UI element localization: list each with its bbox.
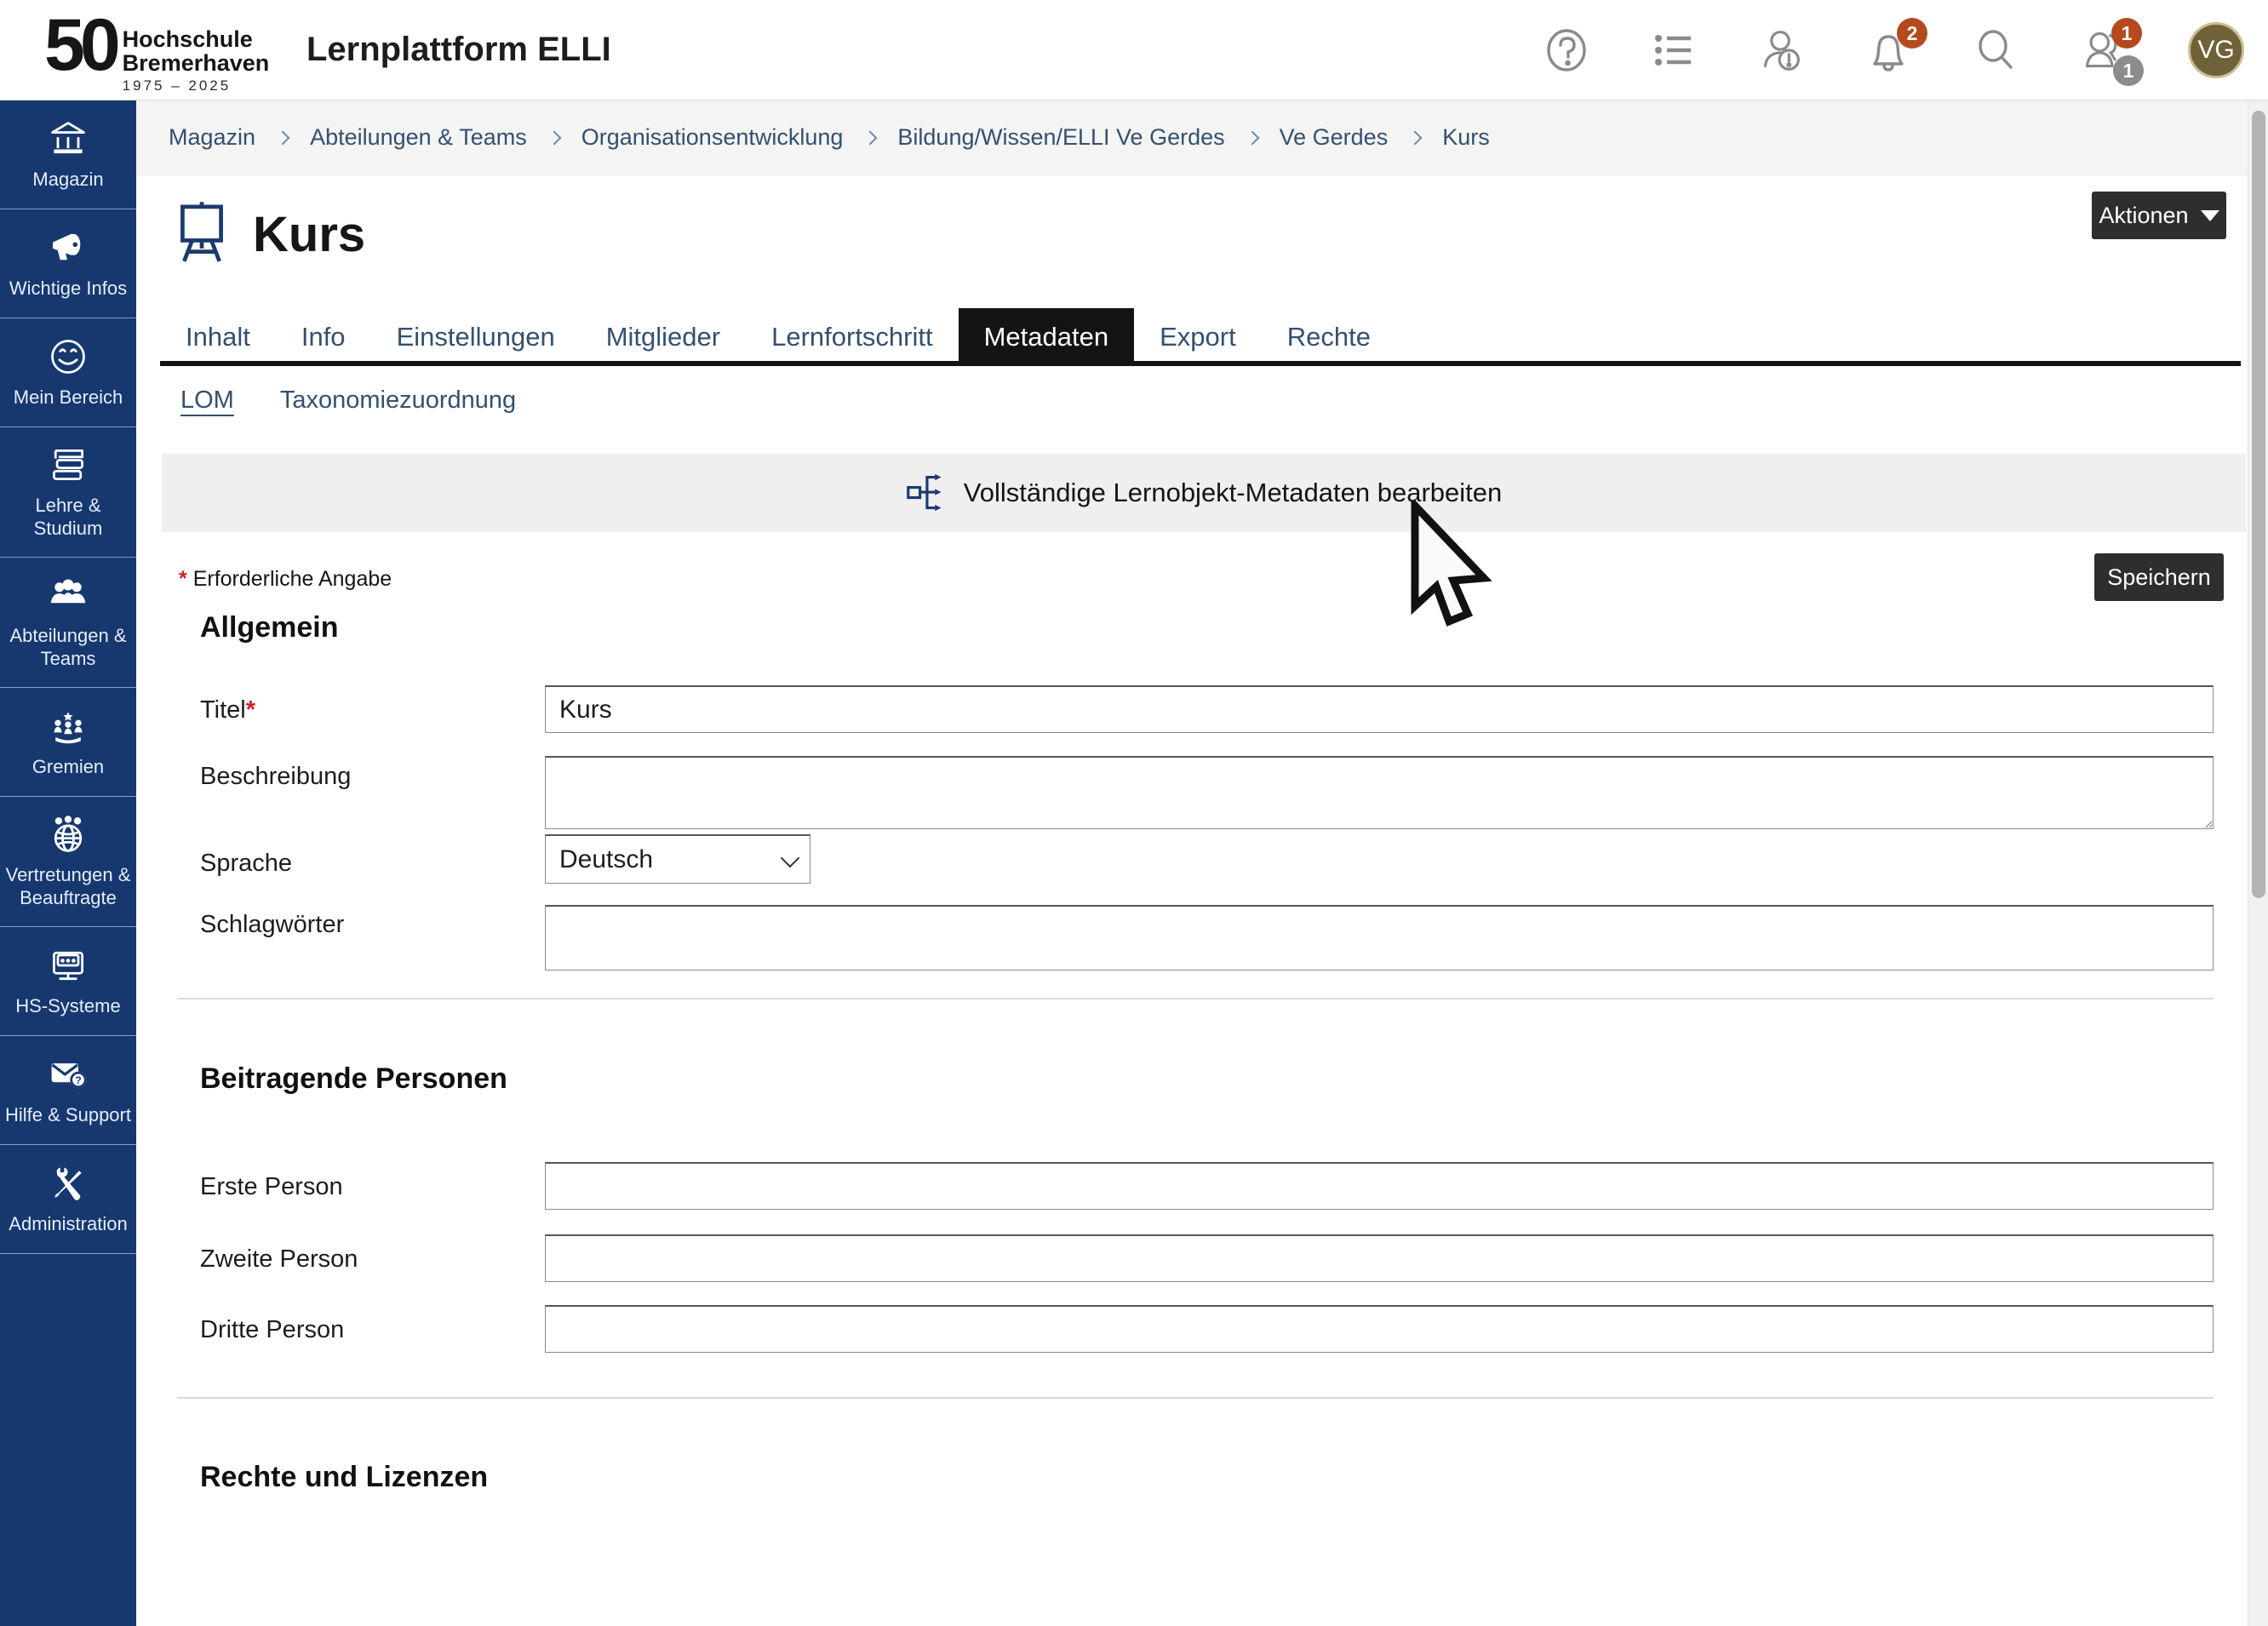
chevron-down-icon [2201,210,2219,221]
search-icon[interactable] [1973,28,2018,72]
help-icon[interactable] [1544,28,1589,72]
tab-bar: Inhalt Info Einstellungen Mitglieder Ler… [160,306,2241,366]
sub-tab-bar: LOM Taxonomiezuordnung [180,386,516,418]
app-header: 50 Hochschule Bremerhaven 1975 – 2025 Le… [0,0,2268,100]
sidebar-item-magazin[interactable]: Magazin [0,100,136,209]
subtab-taxonomiezuordnung[interactable]: Taxonomiezuordnung [280,386,516,418]
tab-lernfortschritt[interactable]: Lernfortschritt [746,308,959,366]
tab-info[interactable]: Info [276,308,371,366]
required-note: * Erforderliche Angabe [179,567,392,592]
logo-years: 1975 – 2025 [123,77,270,94]
breadcrumb-item[interactable]: Ve Gerdes [1280,124,1389,151]
contacts-badge-top: 1 [2111,18,2142,49]
logo-50: 50 [44,9,116,82]
svg-text:?: ? [75,1074,81,1086]
bell-badge: 2 [1897,18,1927,49]
breadcrumb-separator [863,130,878,145]
save-button[interactable]: Speichern [2094,553,2224,601]
contacts-icon[interactable]: 1 1 [2081,28,2125,72]
breadcrumb-separator [1408,130,1423,145]
contacts-badge-bottom: 1 [2113,55,2144,86]
sidebar-item-administration[interactable]: Administration [0,1145,136,1254]
section-divider [177,998,2214,999]
section-divider [177,1397,2214,1399]
logo-name-line2: Bremerhaven [123,51,270,75]
tab-einstellungen[interactable]: Einstellungen [371,308,581,366]
committee-icon [48,706,89,747]
sidebar-item-abteilungen-teams[interactable]: Abteilungen & Teams [0,558,136,688]
hochschule-bremerhaven-logo[interactable]: 50 Hochschule Bremerhaven 1975 – 2025 [44,9,269,94]
dritte-person-input[interactable] [545,1305,2214,1353]
erste-person-label: Erste Person [200,1173,343,1201]
mail-question-icon: ? [48,1054,89,1095]
application-window: 50 Hochschule Bremerhaven 1975 – 2025 Le… [0,0,2268,1626]
sidebar-item-wichtige-infos[interactable]: Wichtige Infos [0,209,136,318]
edit-full-metadata-link[interactable]: Vollständige Lernobjekt-Metadaten bearbe… [162,454,2246,532]
tab-metadaten[interactable]: Metadaten [959,308,1135,366]
banner-label: Vollständige Lernobjekt-Metadaten bearbe… [964,478,1503,508]
breadcrumb-separator [547,130,561,145]
monitor-icon [48,945,89,986]
zweite-person-label: Zweite Person [200,1245,358,1274]
sprache-label: Sprache [200,850,292,878]
breadcrumb-separator [276,130,290,145]
breadcrumb-item-current[interactable]: Kurs [1442,124,1490,151]
megaphone-icon [48,227,89,268]
books-icon [48,444,89,485]
titel-input[interactable] [545,685,2214,733]
avatar[interactable]: VG [2188,22,2244,78]
breadcrumb-item[interactable]: Organisationsentwicklung [581,124,844,151]
page-title: Kurs [253,206,365,263]
metadata-tree-icon [906,471,947,515]
course-easel-icon [175,200,229,269]
tab-inhalt[interactable]: Inhalt [160,308,276,366]
breadcrumb-item[interactable]: Bildung/Wissen/ELLI Ve Gerdes [897,124,1224,151]
beschreibung-label: Beschreibung [200,763,351,791]
tab-rechte[interactable]: Rechte [1262,308,1396,366]
schlagwoerter-label: Schlagwörter [200,911,344,939]
globe-people-icon [48,814,89,855]
logo-name-line1: Hochschule [123,27,270,51]
beschreibung-textarea[interactable] [545,756,2214,829]
titel-label: Titel* [200,696,255,724]
main-content: Magazin Abteilungen & Teams Organisation… [136,100,2248,1626]
actions-button[interactable]: Aktionen [2092,192,2226,239]
schlagwoerter-input[interactable] [545,905,2214,970]
section-title-rechte: Rechte und Lizenzen [200,1461,488,1494]
zweite-person-input[interactable] [545,1234,2214,1282]
app-title: Lernplattform ELLI [306,31,611,69]
sidebar-item-gremien[interactable]: Gremien [0,688,136,797]
sidebar-item-mein-bereich[interactable]: Mein Bereich [0,318,136,427]
breadcrumb-item[interactable]: Magazin [169,124,255,151]
tools-icon [48,1163,89,1204]
tab-export[interactable]: Export [1134,308,1262,366]
section-title-beitragende: Beitragende Personen [200,1062,507,1096]
user-status-icon[interactable] [1759,28,1803,72]
breadcrumb-item[interactable]: Abteilungen & Teams [310,124,527,151]
sidebar-item-hilfe-support[interactable]: ? Hilfe & Support [0,1036,136,1145]
bank-icon [48,118,89,159]
smiley-icon [48,336,89,377]
sprache-select[interactable]: Deutsch [545,834,810,884]
tab-mitglieder[interactable]: Mitglieder [581,308,746,366]
main-sidebar: Magazin Wichtige Infos Mein Bereich Lehr… [0,100,136,1626]
bullet-list-icon[interactable] [1652,28,1696,72]
erste-person-input[interactable] [545,1162,2214,1210]
breadcrumb: Magazin Abteilungen & Teams Organisation… [136,100,2248,175]
notifications-bell-icon[interactable]: 2 [1866,28,1910,72]
people-group-icon [48,575,89,615]
vertical-scrollbar [2248,100,2268,1626]
subtab-lom[interactable]: LOM [180,386,234,418]
sidebar-item-vertretungen-beauftragte[interactable]: Vertretungen & Beauftragte [0,797,136,927]
scrollbar-thumb[interactable] [2252,111,2265,898]
dritte-person-label: Dritte Person [200,1316,344,1344]
sidebar-item-hs-systeme[interactable]: HS-Systeme [0,927,136,1036]
breadcrumb-separator [1245,130,1259,145]
required-asterisk: * [179,567,187,591]
section-title-allgemein: Allgemein [200,611,338,644]
sidebar-item-lehre-studium[interactable]: Lehre & Studium [0,427,136,558]
